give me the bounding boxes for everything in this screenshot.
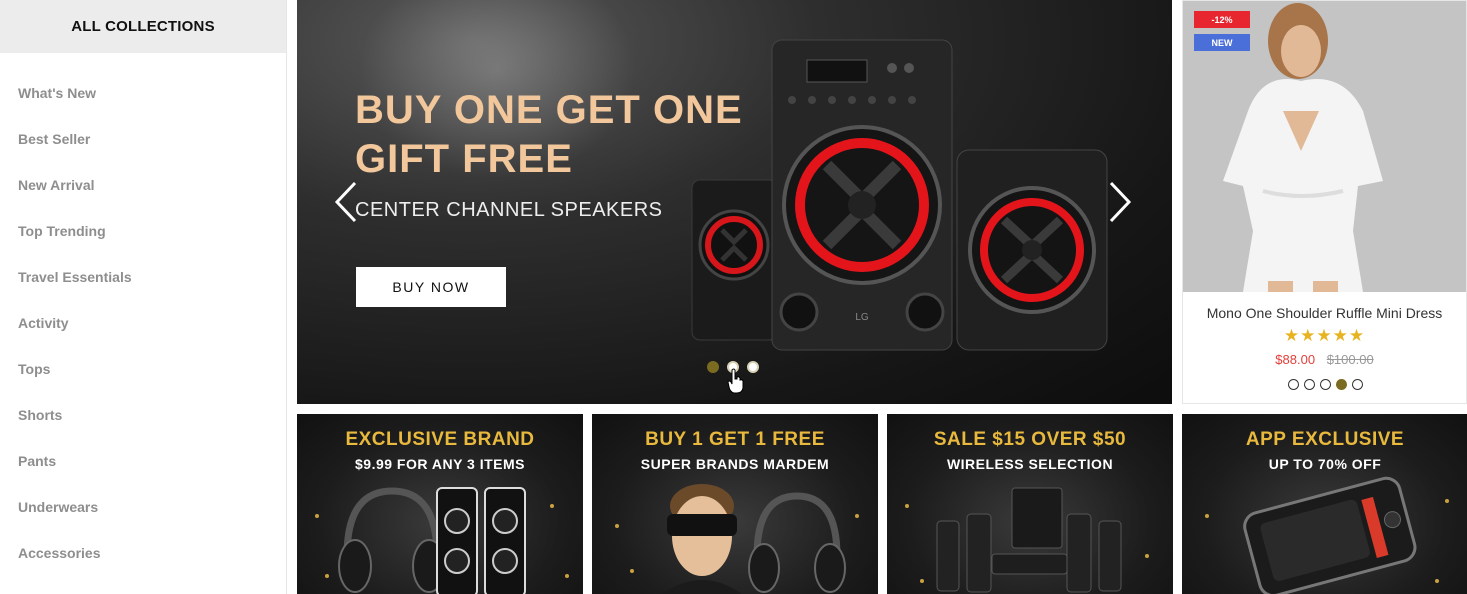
- home-theater-image: [905, 487, 1149, 593]
- chevron-left-icon: [334, 181, 357, 223]
- collections-sidebar: ALL COLLECTIONS What's New Best Seller N…: [0, 0, 287, 594]
- vr-headset-headphones-image: [615, 484, 859, 594]
- phone-mod-image: [1205, 476, 1449, 594]
- rating-stars: ★★★★★: [1283, 326, 1366, 345]
- buy-now-button[interactable]: BUY NOW: [356, 267, 506, 307]
- product-name[interactable]: Mono One Shoulder Ruffle Mini Dress: [1183, 305, 1466, 321]
- hand-pointer-icon: [727, 368, 744, 394]
- sidebar-item-best-seller[interactable]: Best Seller: [0, 116, 286, 162]
- banner-title: SALE $15 OVER $50: [933, 429, 1127, 450]
- sidebar-item-shorts[interactable]: Shorts: [0, 392, 286, 438]
- new-badge: NEW: [1194, 34, 1250, 51]
- sidebar-header: ALL COLLECTIONS: [0, 0, 286, 53]
- sidebar-item-travel-essentials[interactable]: Travel Essentials: [0, 254, 286, 300]
- sidebar-item-pants[interactable]: Pants: [0, 438, 286, 484]
- sale-badge: -12%: [1194, 11, 1250, 28]
- swatch-2[interactable]: [1304, 379, 1315, 390]
- promo-banner-app-exclusive[interactable]: APP EXCLUSIVE UP TO 70% OFF: [1182, 414, 1467, 594]
- banner-title: APP EXCLUSIVE: [1245, 429, 1405, 450]
- swatch-1[interactable]: [1288, 379, 1299, 390]
- banner-subtitle: WIRELESS SELECTION: [946, 456, 1114, 472]
- prev-slide-arrow[interactable]: [333, 180, 359, 224]
- sidebar-item-accessories[interactable]: Accessories: [0, 530, 286, 576]
- speakers-image: LG: [691, 39, 1108, 351]
- sidebar-item-top-trending[interactable]: Top Trending: [0, 208, 286, 254]
- hero-slider: LG BUY ONE GET ONE GIFT FREE CENTER CHAN…: [297, 0, 1172, 404]
- product-image[interactable]: -12% NEW: [1183, 1, 1466, 292]
- price-block: $88.00 $100.00: [1183, 352, 1466, 367]
- chevron-right-icon: [1109, 181, 1132, 223]
- banner-title: BUY 1 GET 1 FREE: [645, 429, 825, 450]
- sidebar-item-whats-new[interactable]: What's New: [0, 70, 286, 116]
- sidebar-item-new-arrival[interactable]: New Arrival: [0, 162, 286, 208]
- swatch-5[interactable]: [1352, 379, 1363, 390]
- sidebar-item-underwears[interactable]: Underwears: [0, 484, 286, 530]
- banner-subtitle: SUPER BRANDS MARDEM: [640, 456, 830, 472]
- banner-subtitle: UP TO 70% OFF: [1268, 456, 1382, 472]
- hero-title-line1: BUY ONE GET ONE: [355, 88, 743, 132]
- color-swatches: [1288, 379, 1363, 390]
- sidebar-item-tops[interactable]: Tops: [0, 346, 286, 392]
- slide-dot-1[interactable]: [707, 361, 719, 373]
- speaker-brand-label: LG: [855, 312, 869, 323]
- product-card[interactable]: -12% NEW Mono One Shoulder Ruffle Mini D…: [1182, 0, 1467, 404]
- swatch-3[interactable]: [1320, 379, 1331, 390]
- swatch-4[interactable]: [1336, 379, 1347, 390]
- hero-title-line2: GIFT FREE: [355, 137, 573, 181]
- hero-title: BUY ONE GET ONE GIFT FREE: [355, 86, 743, 184]
- promo-banner-exclusive-brand[interactable]: EXCLUSIVE BRAND $9.99 FOR ANY 3 ITEMS: [297, 414, 583, 594]
- headphones-speakers-image: [315, 487, 569, 594]
- banner-subtitle: $9.99 FOR ANY 3 ITEMS: [355, 456, 525, 472]
- banner-title: EXCLUSIVE BRAND: [345, 429, 535, 450]
- collections-list: What's New Best Seller New Arrival Top T…: [0, 70, 286, 576]
- promo-banner-buy-1-get-1[interactable]: BUY 1 GET 1 FREE SUPER BRANDS MARDEM: [592, 414, 878, 594]
- slide-dot-3[interactable]: [747, 361, 759, 373]
- current-price: $88.00: [1275, 352, 1316, 367]
- hero-subtitle: CENTER CHANNEL SPEAKERS: [355, 199, 663, 221]
- original-price: $100.00: [1326, 352, 1374, 367]
- next-slide-arrow[interactable]: [1107, 180, 1133, 224]
- promo-banner-sale-wireless[interactable]: SALE $15 OVER $50 WIRELESS SELECTION: [887, 414, 1173, 594]
- sidebar-item-activity[interactable]: Activity: [0, 300, 286, 346]
